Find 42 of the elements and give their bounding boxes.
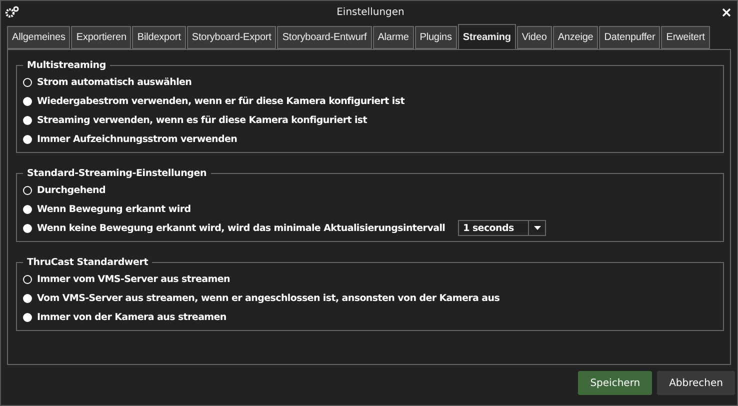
- radio-label: Immer vom VMS-Server aus streamen: [37, 274, 230, 284]
- radio-label: Wenn Bewegung erkannt wird: [37, 204, 191, 214]
- group-title: Standard-Streaming-Einstellungen: [26, 168, 208, 179]
- radio-button[interactable]: [23, 224, 32, 232]
- radio-label: Streaming verwenden, wenn es für diese Kamera konfiguriert ist: [37, 114, 368, 126]
- tab[interactable]: Exportieren: [71, 26, 132, 49]
- radio-label: Immer Aufzeichnungsstrom verwenden: [37, 134, 238, 144]
- tab[interactable]: Storyboard-Entwurf: [277, 26, 372, 49]
- tab[interactable]: Video: [516, 26, 552, 49]
- gears-icon: [5, 6, 19, 18]
- radio-label: Immer von der Kamera aus streamen: [37, 312, 226, 322]
- tab[interactable]: Storyboard-Export: [186, 26, 276, 49]
- cancel-button[interactable]: Abbrechen: [657, 371, 735, 395]
- radio-button[interactable]: [23, 186, 32, 194]
- radio-label: Vom VMS-Server aus streamen, wenn er angeschlossen ist, ansonsten von der Kamera aus: [37, 292, 500, 304]
- close-icon[interactable]: [722, 8, 731, 16]
- radio-button[interactable]: [23, 78, 32, 86]
- radio-label: Durchgehend: [37, 184, 106, 196]
- radio-button[interactable]: [23, 96, 32, 106]
- radio-button[interactable]: [23, 204, 32, 214]
- tab[interactable]: Plugins: [414, 26, 457, 49]
- radio-button[interactable]: [23, 274, 32, 284]
- group-title: Multistreaming: [26, 60, 107, 71]
- radio-button[interactable]: [23, 294, 32, 302]
- radio-label: Wiedergabestrom verwenden, wenn er für diese Kamera konfiguriert ist: [37, 96, 404, 106]
- radio-button[interactable]: [23, 116, 32, 124]
- save-button[interactable]: Speichern: [578, 371, 652, 395]
- radio-button[interactable]: [23, 134, 32, 144]
- tab[interactable]: Streaming: [458, 24, 516, 49]
- group-title: ThruCast Standardwert: [26, 257, 150, 268]
- tab[interactable]: Anzeige: [552, 26, 598, 49]
- tab[interactable]: Bildexport: [132, 26, 186, 49]
- interval-dropdown[interactable]: 1 seconds: [458, 220, 546, 236]
- window-title: Einstellungen: [336, 6, 404, 18]
- tab[interactable]: Alarme: [372, 26, 414, 49]
- radio-label: Strom automatisch auswählen: [37, 76, 192, 88]
- tab[interactable]: Datenpuffer: [599, 26, 660, 49]
- tab[interactable]: Erweitert: [661, 26, 710, 49]
- radio-button[interactable]: [23, 312, 32, 322]
- radio-label: Wenn keine Bewegung erkannt wird, wird das minimale Aktualisierungsintervall: [37, 222, 446, 234]
- caret-icon: [534, 226, 541, 230]
- tab[interactable]: Allgemeines: [7, 26, 70, 49]
